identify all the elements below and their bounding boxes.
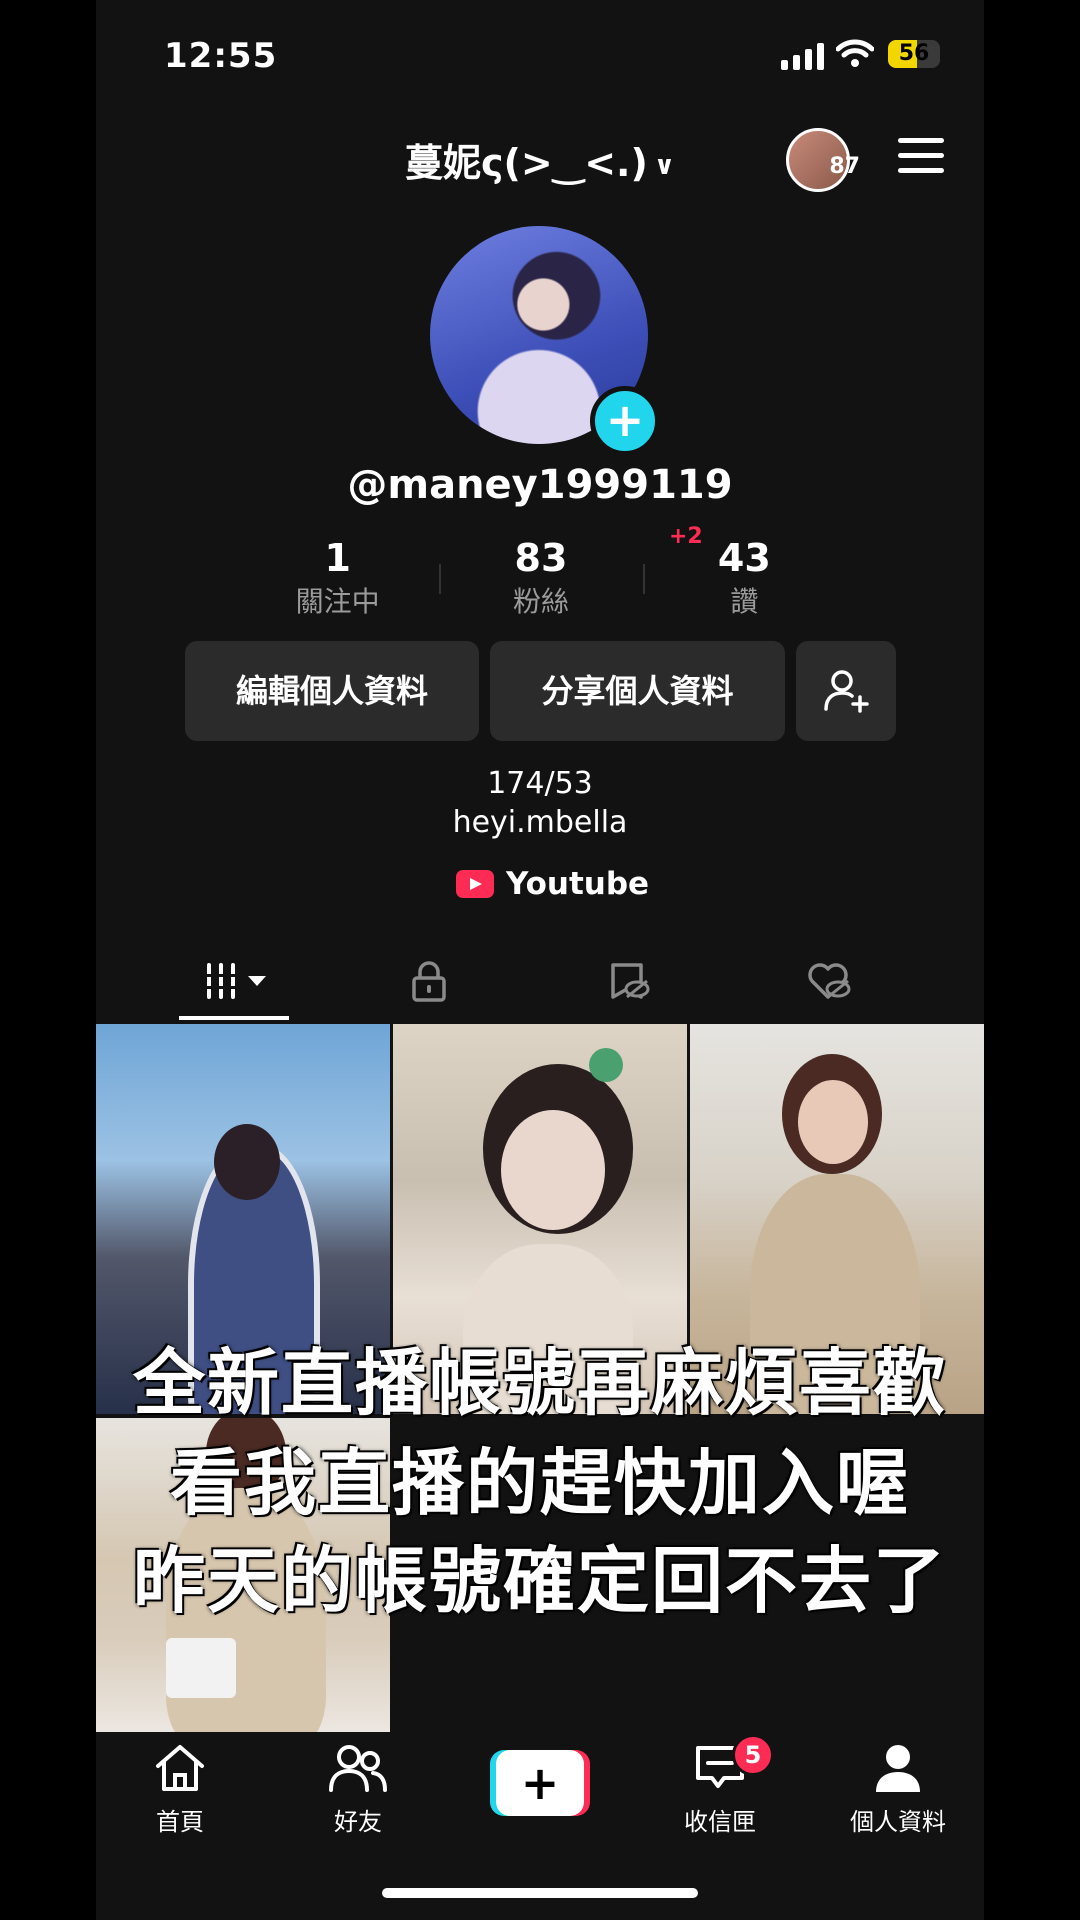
battery-icon: 56 [888,40,940,68]
status-time: 12:55 [164,36,278,76]
nav-friends[interactable]: 好友 [288,1742,428,1837]
grid-icon [204,963,238,999]
tab-liked[interactable] [718,940,940,1022]
overlay-caption-line-3: 昨天的帳號確定回不去了 [132,1539,947,1623]
stat-following[interactable]: 1 關注中 [236,534,439,624]
youtube-link[interactable]: Youtube [456,864,649,904]
add-user-icon [824,670,869,713]
lock-icon [412,961,446,1002]
nav-profile[interactable]: 個人資料 [828,1742,968,1837]
nav-home[interactable]: 首頁 [110,1742,250,1837]
profile-stats: 1 關注中 83 粉絲 43 讚 [236,534,846,624]
home-indicator [382,1888,698,1898]
nav-friends-label: 好友 [334,1808,382,1836]
add-photo-button[interactable]: + [590,386,660,456]
bio-line-2: heyi.mbella [452,805,628,840]
bookmark-hidden-icon [611,963,650,999]
account-name: 蔓妮ς(>‿<.) [405,141,648,185]
nav-home-label: 首頁 [156,1808,204,1836]
nav-inbox-label: 收信匣 [684,1808,756,1836]
stat-value: 1 [324,536,351,580]
caret-down-icon [248,976,266,986]
overlay-caption-line-1: 全新直播帳號再麻煩喜歡 [132,1341,947,1425]
heart-hidden-icon [808,963,851,999]
home-icon [156,1745,204,1791]
profile-handle: @maney1999119 [347,462,733,508]
chevron-down-icon: ∨ [653,150,675,181]
youtube-link-label: Youtube [506,866,650,902]
create-button[interactable]: + [490,1750,590,1816]
plus-icon: + [496,1750,584,1816]
stat-followers[interactable]: 83 粉絲 [439,534,642,624]
profile-icon [876,1745,920,1792]
stat-label: 關注中 [295,585,380,618]
nav-profile-label: 個人資料 [850,1808,946,1836]
tab-private[interactable] [318,940,540,1022]
add-friend-button[interactable] [796,641,896,741]
inbox-count-badge: 5 [732,1734,774,1776]
hamburger-menu-icon[interactable] [898,138,944,183]
phone-screen: 12:55 56 蔓妮ς(>‿<.) ∨ 87 + @maney1999119 1… [96,0,984,1920]
stat-label: 讚 [730,585,759,618]
signal-icon [781,42,824,70]
stat-label: 粉絲 [512,585,569,618]
youtube-icon [456,870,494,898]
overlay-caption-line-2: 看我直播的趕快加入喔 [169,1441,910,1525]
followers-delta-badge: +2 [669,524,703,549]
profile-header: 蔓妮ς(>‿<.) ∨ 87 [96,120,984,192]
nav-inbox[interactable]: 5 收信匣 [650,1734,790,1837]
content-tabs [96,940,984,1022]
battery-percent: 56 [898,41,930,66]
tab-reposts[interactable] [518,940,740,1022]
stat-value: 83 [514,536,568,580]
wifi-icon [836,39,874,67]
bio-line-1: 174/53 [487,766,593,801]
friends-icon [329,1745,387,1792]
share-profile-button[interactable]: 分享個人資料 [490,641,785,741]
active-tab-indicator [179,1016,289,1020]
tab-videos[interactable] [124,940,346,1022]
story-count: 87 [829,154,860,179]
status-bar: 12:55 56 [96,0,984,110]
edit-profile-button[interactable]: 編輯個人資料 [185,641,479,741]
